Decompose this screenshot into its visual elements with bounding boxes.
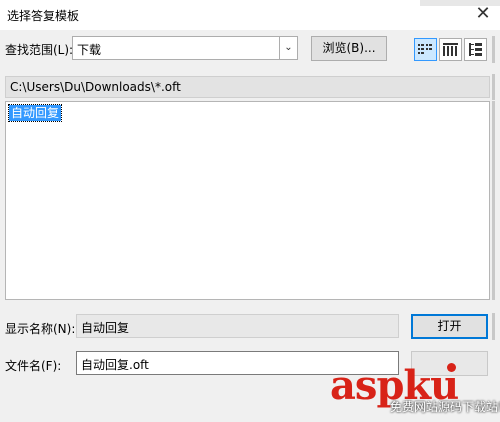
details-view-icon [443, 43, 458, 56]
background-panel-edge [492, 74, 495, 100]
tree-view-button[interactable] [464, 38, 487, 61]
file-name-label: 文件名(F): [5, 359, 62, 373]
list-view-button[interactable] [414, 38, 437, 61]
display-name-field: 自动回复 [76, 314, 399, 338]
watermark-dot [447, 363, 456, 372]
browse-button[interactable]: 浏览(B)... [311, 36, 387, 61]
look-in-dropdown[interactable]: 下载 ⌄ [72, 36, 298, 60]
watermark-caption: 免费网站源码下载站! [390, 400, 500, 414]
look-in-value: 下载 [77, 43, 102, 57]
tree-view-icon [469, 43, 482, 56]
look-in-label: 查找范围(L): [5, 43, 74, 57]
list-view-icon [418, 44, 432, 54]
list-item[interactable]: 自动回复 [7, 104, 63, 122]
file-name-value: 自动回复.oft [81, 358, 149, 372]
background-panel-edge [492, 101, 495, 300]
path-text: C:\Users\Du\Downloads\*.oft [10, 80, 181, 94]
background-panel-edge [492, 36, 495, 63]
close-icon[interactable]: ✕ [470, 3, 496, 27]
display-name-label: 显示名称(N): [5, 322, 76, 336]
background-panel-edge [492, 313, 495, 340]
window-title: 选择答复模板 [7, 9, 80, 23]
display-name-value: 自动回复 [81, 321, 130, 335]
path-bar: C:\Users\Du\Downloads\*.oft [5, 76, 490, 98]
chevron-down-icon[interactable]: ⌄ [279, 37, 297, 59]
file-list[interactable]: 自动回复 [5, 101, 490, 300]
details-view-button[interactable] [439, 38, 462, 61]
open-button[interactable]: 打开 [411, 314, 488, 339]
